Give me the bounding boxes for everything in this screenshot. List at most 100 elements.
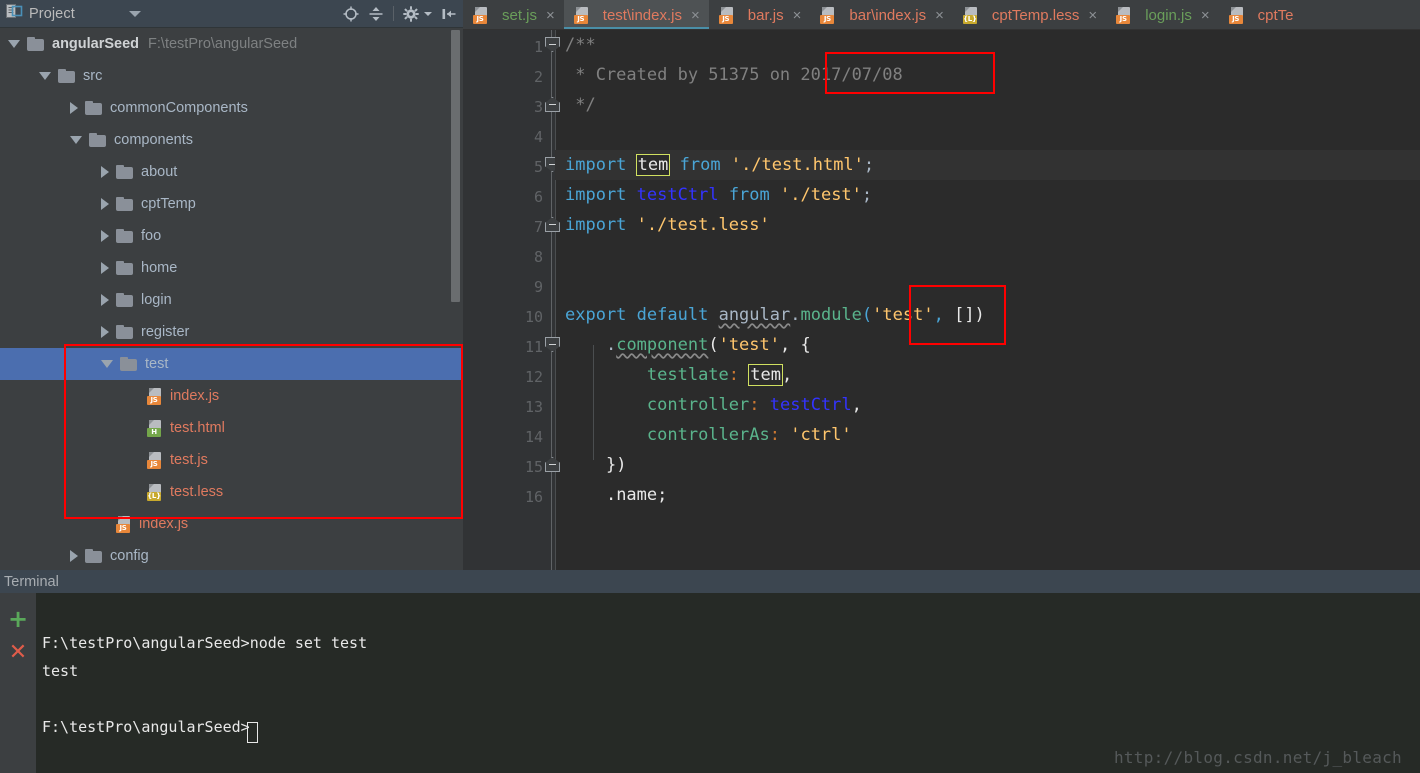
file-type-js-icon: JS <box>473 6 489 24</box>
tab-close-icon[interactable]: × <box>691 8 700 23</box>
tree-item-label: commonComponents <box>110 100 248 116</box>
editor-tab-set-js[interactable]: JS set.js × <box>463 0 564 30</box>
line-number: 5 <box>533 158 543 176</box>
terminal-console[interactable]: F:\testPro\angularSeed>node set test test… <box>36 593 1420 773</box>
collapse-all-icon[interactable] <box>368 6 384 22</box>
file-type-less-icon: {L} <box>147 483 163 501</box>
tree-expand-arrow[interactable] <box>101 294 109 306</box>
tree-expand-arrow[interactable] <box>101 166 109 178</box>
tree-expand-arrow[interactable] <box>101 262 109 274</box>
line-number: 2 <box>533 68 543 86</box>
tree-expand-arrow[interactable] <box>70 550 78 562</box>
tree-row-index-js[interactable]: JS index.js <box>0 508 463 540</box>
tree-row-components[interactable]: components <box>0 124 463 156</box>
code-folding-strip[interactable] <box>545 30 560 570</box>
tree-item-label: test.js <box>170 452 208 468</box>
terminal-panel: + ✕ F:\testPro\angularSeed>node set test… <box>0 593 1420 773</box>
file-type-js-icon: JS <box>1228 6 1245 24</box>
editor-tab-login-js[interactable]: JS login.js × <box>1106 0 1219 30</box>
new-session-icon[interactable]: + <box>8 607 28 631</box>
editor-tab-bar[interactable]: JS set.js × JS test\index.js × JS bar.js × JS bar\… <box>463 0 1420 30</box>
code-text[interactable]: /** * Created by 51375 on 2017/07/08 */ i… <box>555 30 1420 570</box>
tab-close-icon[interactable]: × <box>1088 8 1097 23</box>
editor-tab-cpttemp-less[interactable]: {L} cptTemp.less × <box>952 0 1107 30</box>
settings-gear-icon[interactable] <box>403 5 419 22</box>
code-line-6: import testCtrl from './test'; <box>565 185 873 205</box>
tab-close-icon[interactable]: × <box>793 8 802 23</box>
tree-expand-arrow[interactable] <box>101 230 109 242</box>
folder-icon <box>116 261 133 275</box>
project-tree[interactable]: angularSeed F:\testPro\angularSeed src comm… <box>0 28 463 570</box>
tree-row-foo[interactable]: foo <box>0 220 463 252</box>
tree-expand-arrow[interactable] <box>101 198 109 210</box>
code-line-1: /** <box>565 35 596 55</box>
tab-close-icon[interactable]: × <box>935 8 944 23</box>
code-line-13: controller: testCtrl, <box>646 395 862 415</box>
tree-expand-arrow[interactable] <box>70 102 78 114</box>
locate-in-tree-icon[interactable] <box>343 6 359 22</box>
tree-row-commoncomponents[interactable]: commonComponents <box>0 92 463 124</box>
watermark-text: http://blog.csdn.net/j_bleach <box>1113 748 1402 767</box>
tree-expand-arrow[interactable] <box>70 136 82 144</box>
editor-tab-bar-index-js[interactable]: JS bar\index.js × <box>810 0 953 30</box>
tree-expand-arrow[interactable] <box>8 40 20 48</box>
tree-expand-arrow[interactable] <box>101 360 113 368</box>
line-number: 1 <box>533 38 543 56</box>
terminal-title: Terminal <box>4 573 59 590</box>
tree-item-label: home <box>141 260 178 276</box>
code-editor[interactable]: 1 2 3 4 5 6 7 8 9 10 11 12 13 14 15 16 /** * Created by… <box>463 30 1420 570</box>
line-number: 14 <box>524 428 543 446</box>
line-number: 12 <box>524 368 543 386</box>
project-panel-header: Project <box>0 0 463 28</box>
folder-icon <box>27 37 44 51</box>
tree-item-label: login <box>141 292 172 308</box>
terminal-line: F:\testPro\angularSeed>node set test <box>42 634 368 652</box>
project-tool-window: Project angularSeed F:\testPro\angularSe… <box>0 0 463 570</box>
editor-tab-cptte[interactable]: JS cptTe <box>1218 0 1303 30</box>
tab-label: bar.js <box>747 6 784 24</box>
tree-row-home[interactable]: home <box>0 252 463 284</box>
line-number: 7 <box>533 218 543 236</box>
gear-dropdown-chevron-icon[interactable] <box>424 11 432 16</box>
tree-row-register[interactable]: register <box>0 316 463 348</box>
folder-icon <box>120 357 137 371</box>
code-line-16: .name; <box>605 485 668 505</box>
tree-row-test-js[interactable]: JS test.js <box>0 444 463 476</box>
hide-panel-icon[interactable] <box>441 6 457 22</box>
project-root-path: F:\testPro\angularSeed <box>148 36 298 52</box>
line-number: 10 <box>524 308 543 326</box>
tree-expand-arrow[interactable] <box>101 326 109 338</box>
line-number: 9 <box>533 278 543 296</box>
terminal-panel-header[interactable]: Terminal <box>0 570 1420 593</box>
tree-item-label: about <box>141 164 178 180</box>
tree-item-label: index.js <box>170 388 220 404</box>
tree-row-test-less[interactable]: {L} test.less <box>0 476 463 508</box>
tree-row-src[interactable]: src <box>0 60 463 92</box>
tab-label: cptTemp.less <box>991 6 1080 24</box>
tree-row-login[interactable]: login <box>0 284 463 316</box>
tree-row-about[interactable]: about <box>0 156 463 188</box>
tab-close-icon[interactable]: × <box>546 8 555 23</box>
tree-row-index-js[interactable]: JS index.js <box>0 380 463 412</box>
editor-area: JS set.js × JS test\index.js × JS bar.js × JS bar\… <box>463 0 1420 570</box>
tree-row-config[interactable]: config <box>0 540 463 570</box>
tab-close-icon[interactable]: × <box>1201 8 1210 23</box>
project-panel-title: Project <box>29 5 75 22</box>
tree-row-test[interactable]: test <box>0 348 463 380</box>
tree-item-label: index.js <box>139 516 189 532</box>
tree-row-test-html[interactable]: Htest.html <box>0 412 463 444</box>
folder-icon <box>85 101 102 115</box>
close-session-icon[interactable]: ✕ <box>8 642 28 664</box>
file-type-js-icon: JS <box>718 6 735 24</box>
editor-tab-bar-js[interactable]: JS bar.js × <box>708 0 811 30</box>
tab-label: bar\index.js <box>849 6 927 24</box>
code-line-14: controllerAs: 'ctrl' <box>646 425 852 445</box>
tree-expand-arrow[interactable] <box>39 72 51 80</box>
chevron-down-icon[interactable] <box>128 10 141 17</box>
tree-row-cpttemp[interactable]: cptTemp <box>0 188 463 220</box>
code-line-5: import tem from './test.html'; <box>565 154 875 176</box>
editor-tab-test-index-js[interactable]: JS test\index.js × <box>563 0 709 30</box>
tree-row-angularseed[interactable]: angularSeed F:\testPro\angularSeed <box>0 28 463 60</box>
